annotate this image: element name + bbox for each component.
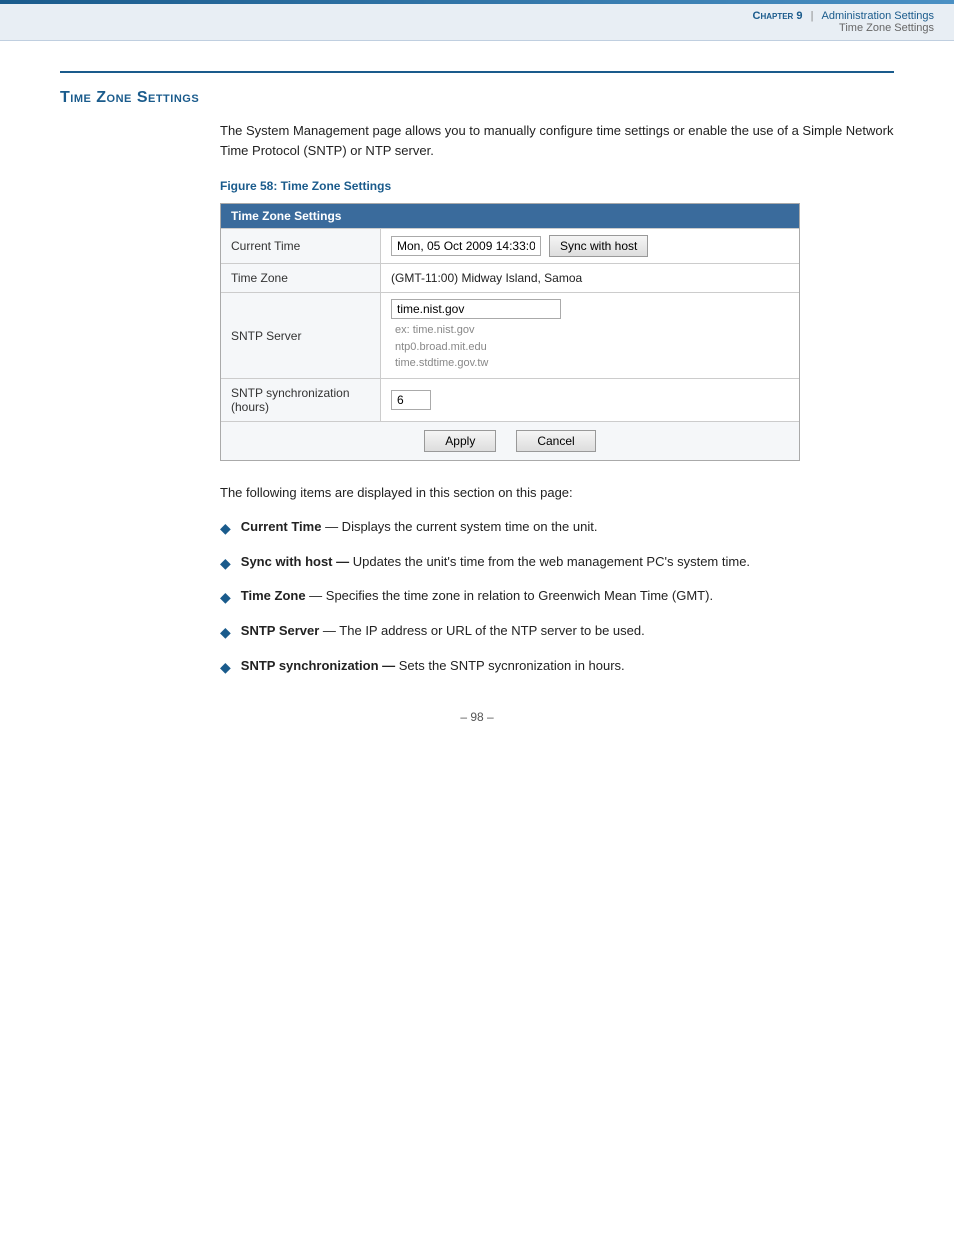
list-item: ◆ Current Time — Displays the current sy… (220, 517, 894, 540)
header-band: Chapter 9 | Administration Settings Time… (0, 4, 954, 41)
page-subtitle-label: Time Zone Settings (753, 22, 935, 34)
list-item: ◆ Sync with host — Updates the unit's ti… (220, 552, 894, 575)
sntp-sync-row: SNTP synchronization (hours) (221, 378, 799, 421)
main-content: Time Zone Settings The System Management… (0, 41, 954, 774)
term-sync-host: Sync with host — (241, 554, 349, 569)
section-title: Time Zone Settings (60, 89, 894, 107)
sntp-sync-label: SNTP synchronization (hours) (221, 379, 381, 421)
sntp-sync-value (381, 379, 799, 421)
sntp-sync-input[interactable] (391, 390, 431, 410)
current-time-row: Current Time Sync with host (221, 228, 799, 263)
list-item-text: Sync with host — Updates the unit's time… (241, 552, 894, 572)
bullet-icon: ◆ (220, 553, 231, 575)
apply-button[interactable]: Apply (424, 430, 496, 452)
sntp-server-label: SNTP Server (221, 293, 381, 378)
sntp-server-value: ex: time.nist.gov ntp0.broad.mit.edu tim… (381, 293, 799, 378)
tz-settings-box: Time Zone Settings Current Time Sync wit… (220, 203, 800, 461)
tz-buttons-row: Apply Cancel (221, 421, 799, 460)
current-time-input[interactable] (391, 236, 541, 256)
page-number: – 98 – (460, 710, 493, 724)
term-sntp-sync: SNTP synchronization — (241, 658, 395, 673)
page-footer: – 98 – (60, 690, 894, 734)
header-chapter-info: Chapter 9 | Administration Settings Time… (753, 10, 935, 34)
sntp-hints: ex: time.nist.gov ntp0.broad.mit.edu tim… (395, 322, 561, 372)
desc-list: ◆ Current Time — Displays the current sy… (220, 517, 894, 678)
time-zone-row: Time Zone (GMT-11:00) Midway Island, Sam… (221, 263, 799, 292)
intro-paragraph: The System Management page allows you to… (220, 121, 894, 161)
bullet-icon: ◆ (220, 622, 231, 644)
figure-caption: Figure 58: Time Zone Settings (220, 179, 894, 193)
sntp-server-input[interactable] (391, 299, 561, 319)
time-zone-value: (GMT-11:00) Midway Island, Samoa (381, 264, 799, 292)
list-item-text: Current Time — Displays the current syst… (241, 517, 894, 537)
term-sntp-server: SNTP Server (241, 623, 320, 638)
figure-container: Time Zone Settings Current Time Sync wit… (220, 203, 894, 461)
bullet-icon: ◆ (220, 518, 231, 540)
section-divider (60, 71, 894, 73)
term-time-zone: Time Zone (241, 588, 306, 603)
chapter-label: Chapter 9 (753, 10, 803, 22)
list-item: ◆ SNTP synchronization — Sets the SNTP s… (220, 656, 894, 679)
cancel-button[interactable]: Cancel (516, 430, 595, 452)
pipe-sep: | (808, 10, 817, 22)
sntp-server-row: SNTP Server ex: time.nist.gov ntp0.broad… (221, 292, 799, 378)
sntp-hint-2: ntp0.broad.mit.edu (395, 339, 561, 356)
admin-settings-label: Administration Settings (822, 10, 935, 22)
list-item: ◆ Time Zone — Specifies the time zone in… (220, 586, 894, 609)
time-zone-text: (GMT-11:00) Midway Island, Samoa (391, 271, 582, 285)
current-time-value: Sync with host (381, 229, 799, 263)
list-item: ◆ SNTP Server — The IP address or URL of… (220, 621, 894, 644)
sync-with-host-button[interactable]: Sync with host (549, 235, 648, 257)
current-time-label: Current Time (221, 229, 381, 263)
time-zone-label: Time Zone (221, 264, 381, 292)
list-item-text: Time Zone — Specifies the time zone in r… (241, 586, 894, 606)
list-item-text: SNTP Server — The IP address or URL of t… (241, 621, 894, 641)
term-current-time: Current Time (241, 519, 322, 534)
tz-box-header: Time Zone Settings (221, 204, 799, 228)
bullet-icon: ◆ (220, 657, 231, 679)
sntp-inner: ex: time.nist.gov ntp0.broad.mit.edu tim… (391, 299, 561, 372)
sntp-hint-3: time.stdtime.gov.tw (395, 355, 561, 372)
bullet-icon: ◆ (220, 587, 231, 609)
list-item-text: SNTP synchronization — Sets the SNTP syc… (241, 656, 894, 676)
desc-intro: The following items are displayed in thi… (220, 483, 894, 503)
sntp-hint-1: ex: time.nist.gov (395, 322, 561, 339)
